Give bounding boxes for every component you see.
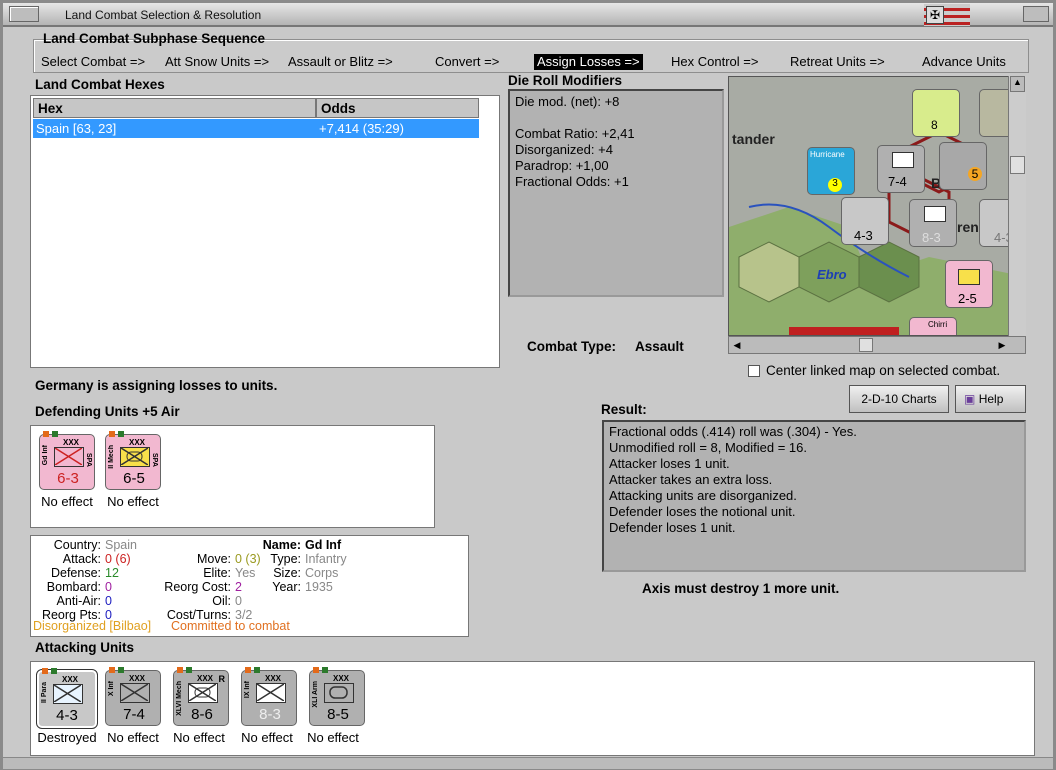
die-roll-spacer [515, 110, 717, 126]
die-roll-line: Paradrop: +1,00 [515, 158, 609, 173]
linked-map[interactable]: tander Ebro B ren Hurricane 3 7-4 8 5 4-… [728, 76, 1026, 336]
scroll-up-icon[interactable]: ▲ [1010, 76, 1025, 92]
result-line: Defender loses the notional unit. [609, 504, 796, 519]
hexes-title: Land Combat Hexes [35, 77, 165, 92]
seq-step-retreat[interactable]: Retreat Units => [790, 54, 885, 70]
infantry-symbol-icon [120, 683, 150, 703]
die-roll-line: Die mod. (net): +8 [515, 94, 620, 109]
map-counter-sparviero[interactable]: 8 [912, 89, 960, 137]
result-line: Attacker loses 1 unit. [609, 456, 730, 471]
mech-symbol-icon [188, 683, 218, 703]
attacking-unit-card[interactable]: XXX II Para 4-3 [36, 668, 98, 729]
seq-step-assault-blitz[interactable]: Assault or Blitz => [288, 54, 393, 70]
attacking-unit-card[interactable]: XXX R XLVI Mech 8-6 [173, 667, 229, 726]
armor-symbol-icon [324, 683, 354, 703]
defending-units-box: XXX Gd Inf SPA 6-3 No effect XXX II Mech… [30, 425, 435, 528]
map-horizontal-scrollbar[interactable]: ◀ ▶ [728, 336, 1026, 354]
attacking-unit-card[interactable]: XXX XLI Arm 8-5 [309, 667, 365, 726]
hex-cell: Spain [63, 23] [36, 121, 117, 136]
table-row[interactable]: Spain [63, 23] +7,414 (35:29) [33, 119, 479, 138]
result-title: Result: [601, 402, 647, 417]
defending-unit-card[interactable]: XXX II Mech SPA 6-5 [105, 431, 161, 490]
infantry-symbol-icon [54, 447, 84, 467]
map-label-ebro: Ebro [817, 267, 847, 282]
combat-type-label: Combat Type: [527, 339, 617, 354]
result-line: Attacking units are disorganized. [609, 488, 797, 503]
result-panel: Fractional odds (.414) roll was (.304) -… [602, 420, 1026, 572]
paratrooper-symbol-icon [53, 684, 83, 704]
defending-unit-card[interactable]: XXX Gd Inf SPA 6-3 [39, 431, 95, 490]
column-header-hex[interactable]: Hex [33, 98, 316, 118]
die-roll-line: Disorganized: +4 [515, 142, 613, 157]
center-map-label: Center linked map on selected combat. [766, 363, 1001, 378]
attacking-title: Attacking Units [35, 640, 135, 655]
sequence-title: Land Combat Subphase Sequence [43, 31, 266, 46]
title-bar: Land Combat Selection & Resolution ✠ [3, 3, 1053, 27]
combat-window: Land Combat Selection & Resolution ✠ Lan… [0, 0, 1056, 770]
map-label-ren: ren [957, 219, 979, 235]
map-counter-ix-inf[interactable]: 8-3 [909, 199, 957, 247]
bottom-border [3, 757, 1053, 769]
map-counter-x-inf[interactable]: 7-4 [877, 145, 925, 193]
scroll-thumb[interactable] [1010, 156, 1025, 174]
seq-step-assign-losses[interactable]: Assign Losses => [534, 54, 643, 70]
defending-title: Defending Units +5 Air [35, 404, 180, 419]
status-text: Germany is assigning losses to units. [35, 378, 278, 393]
map-vertical-scrollbar[interactable]: ▲ [1008, 76, 1026, 336]
infantry-symbol-icon [256, 683, 286, 703]
result-summary: Axis must destroy 1 more unit. [642, 581, 840, 596]
scroll-left-icon[interactable]: ◀ [729, 337, 745, 353]
column-header-odds[interactable]: Odds [316, 98, 479, 118]
committed-status: Committed to combat [171, 619, 290, 633]
charts-button[interactable]: 2-D-10 Charts [849, 385, 949, 413]
map-counter-hurricane[interactable]: Hurricane 3 [807, 147, 855, 195]
disorganized-status: Disorganized [Bilbao] [33, 619, 152, 633]
scroll-right-icon[interactable]: ▶ [994, 337, 1010, 353]
attacking-unit-card[interactable]: XXX IX Inf 8-3 [241, 667, 297, 726]
map-counter-ii-para[interactable]: 4-3 [841, 197, 889, 245]
result-line: Defender loses 1 unit. [609, 520, 736, 535]
attacking-unit-card[interactable]: XXX X Inf 7-4 [105, 667, 161, 726]
attacking-unit-effect: No effect [307, 730, 359, 745]
seq-step-advance[interactable]: Advance Units [922, 54, 1006, 70]
replacement-badge: R [218, 674, 226, 684]
close-button[interactable] [1023, 6, 1049, 22]
odds-cell: +7,414 (35:29) [319, 121, 404, 136]
window-title: Land Combat Selection & Resolution [65, 8, 262, 22]
combat-type-value: Assault [635, 339, 684, 354]
unit-info-panel: Country: Spain Attack: 0 (6) Defense: 12… [30, 535, 469, 637]
result-line: Unmodified roll = 8, Modified = 16. [609, 440, 807, 455]
attacking-units-box: XXX II Para 4-3 Destroyed XXX X Inf 7-4 … [30, 661, 1035, 756]
mech-symbol-icon [120, 447, 150, 467]
seq-step-att-snow[interactable]: Att Snow Units => [165, 54, 269, 70]
die-roll-panel: Die mod. (net): +8 Combat Ratio: +2,41 D… [508, 89, 724, 297]
seq-step-convert[interactable]: Convert => [435, 54, 499, 70]
center-map-checkbox[interactable] [748, 365, 760, 377]
help-label: Help [978, 392, 1004, 406]
map-counter-ju88[interactable]: 5 [939, 142, 987, 190]
country-flag-icon: ✠ [924, 4, 970, 26]
map-counter-chirri[interactable]: Chirri [909, 317, 957, 335]
result-line: Fractional odds (.414) roll was (.304) -… [609, 424, 857, 439]
die-roll-line: Fractional Odds: +1 [515, 174, 629, 189]
scroll-thumb-h[interactable] [859, 338, 873, 352]
seq-step-hex-control[interactable]: Hex Control => [671, 54, 758, 70]
map-label-santander: tander [732, 131, 775, 147]
help-book-icon: ▣ [964, 392, 976, 406]
die-roll-line: Combat Ratio: +2,41 [515, 126, 635, 141]
seq-step-select-combat[interactable]: Select Combat => [41, 54, 145, 70]
help-button[interactable]: ▣ Help [955, 385, 1026, 413]
result-line: Attacker takes an extra loss. [609, 472, 773, 487]
window-menu-button[interactable] [9, 6, 39, 22]
die-roll-title: Die Roll Modifiers [508, 73, 623, 88]
map-counter-cav[interactable]: 2-5 [945, 260, 993, 308]
defending-unit-effect: No effect [107, 494, 159, 509]
hexes-table: Hex Odds Spain [63, 23] +7,414 (35:29) [30, 95, 500, 368]
